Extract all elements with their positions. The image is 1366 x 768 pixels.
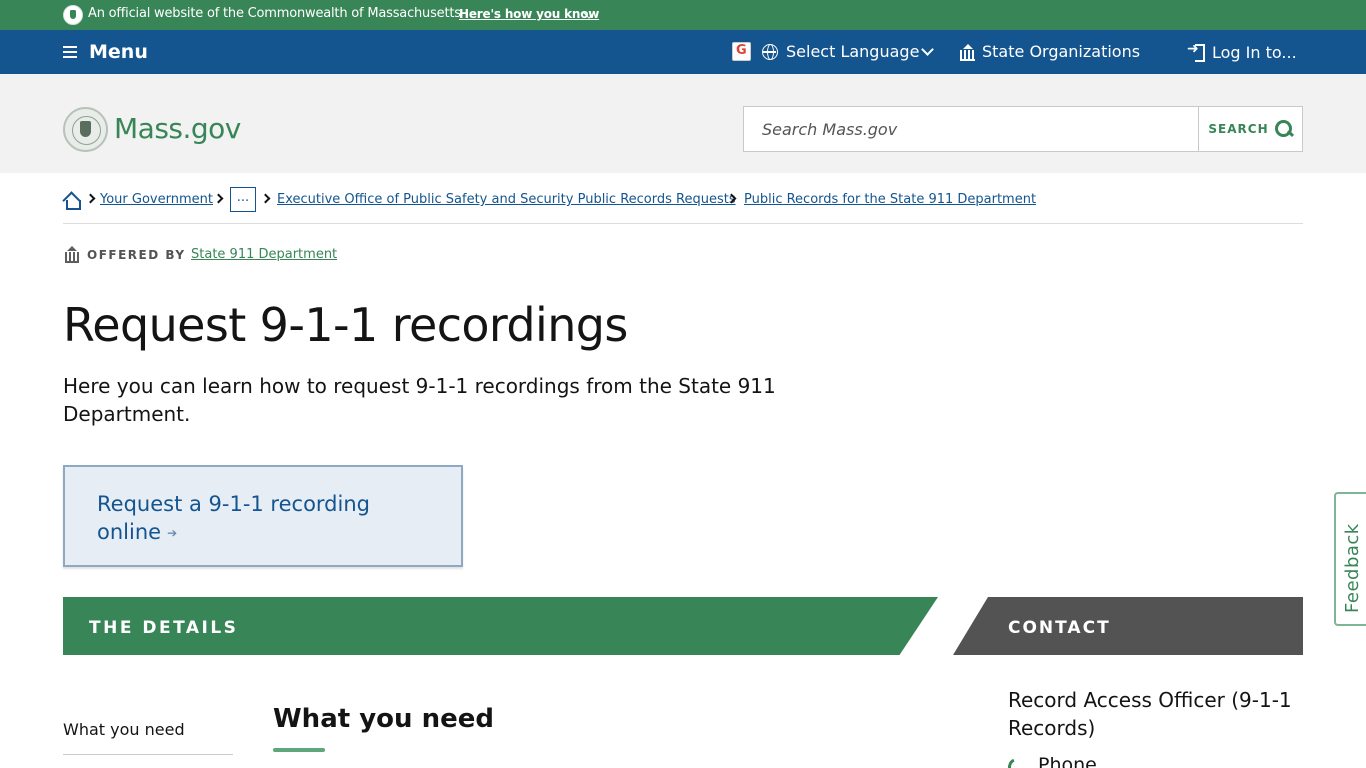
massachusetts-seal-icon — [63, 5, 83, 25]
arrow-right-icon: ➔ — [167, 526, 178, 540]
search-form: SEARCH — [743, 106, 1303, 152]
offered-by-label: OFFERED BY — [87, 248, 186, 262]
contact-bar-label: CONTACT — [1008, 618, 1111, 638]
cta-text: Request a 9-1-1 recording online — [97, 492, 370, 544]
heading-underline — [273, 748, 325, 752]
building-icon — [960, 44, 975, 61]
feedback-label: Feedback — [1342, 523, 1363, 613]
section-heading: What you need — [273, 704, 494, 734]
state-organizations-button[interactable]: State Organizations — [982, 42, 1140, 61]
search-input[interactable] — [744, 107, 1198, 151]
request-recording-online-button[interactable]: Request a 9-1-1 recording online ➔ — [63, 465, 463, 567]
toc-what-you-need-link[interactable]: What you need — [63, 720, 233, 755]
how-you-know-link[interactable]: Here's how you know — [459, 7, 599, 21]
google-translate-icon — [732, 42, 751, 61]
login-icon — [1187, 41, 1205, 62]
offered-by-org-link[interactable]: State 911 Department — [191, 247, 337, 262]
chevron-right-icon — [260, 193, 271, 204]
home-icon[interactable] — [63, 192, 81, 210]
search-icon — [1274, 120, 1293, 138]
search-button-label: SEARCH — [1208, 122, 1269, 136]
search-button[interactable]: SEARCH — [1198, 107, 1302, 151]
select-language-button[interactable]: Select Language — [786, 42, 919, 61]
globe-icon — [762, 44, 778, 60]
contact-section-bar: CONTACT — [953, 597, 1303, 655]
phone-icon — [1008, 758, 1026, 768]
chevron-right-icon — [85, 193, 96, 204]
menu-label: Menu — [89, 41, 148, 63]
utility-nav: Menu Select Language State Organizations… — [0, 30, 1366, 74]
page-title: Request 9-1-1 recordings — [63, 298, 628, 352]
page-lede: Here you can learn how to request 9-1-1 … — [63, 374, 776, 426]
menu-button[interactable]: Menu — [63, 40, 148, 64]
details-section-bar: THE DETAILS — [63, 597, 938, 655]
official-banner: An official website of the Commonwealth … — [0, 0, 1366, 30]
phone-label: Phone — [1038, 754, 1097, 768]
hamburger-icon — [63, 46, 77, 58]
chevron-right-icon — [213, 193, 224, 204]
site-logo-text[interactable]: Mass.gov — [114, 112, 241, 145]
feedback-tab[interactable]: Feedback — [1334, 492, 1366, 626]
breadcrumb: Your Government ... Executive Office of … — [63, 186, 1303, 224]
contact-name: Record Access Officer (9-1-1 Records) — [1008, 688, 1292, 740]
breadcrumb-eopss-public-records[interactable]: Executive Office of Public Safety and Se… — [277, 192, 736, 207]
details-bar-label: THE DETAILS — [89, 618, 239, 638]
breadcrumb-expand-button[interactable]: ... — [230, 187, 256, 212]
building-icon — [65, 246, 79, 263]
site-header: Mass.gov SEARCH — [0, 74, 1366, 173]
breadcrumb-state-911-public-records[interactable]: Public Records for the State 911 Departm… — [744, 192, 1036, 207]
chevron-down-icon[interactable] — [921, 43, 934, 56]
breadcrumb-your-government[interactable]: Your Government — [100, 192, 213, 207]
official-text: An official website of the Commonwealth … — [88, 6, 461, 21]
mass-gov-seal-logo[interactable] — [63, 107, 108, 152]
cta-label: Request a 9-1-1 recording online ➔ — [97, 490, 397, 547]
login-button[interactable]: Log In to... — [1212, 43, 1297, 62]
